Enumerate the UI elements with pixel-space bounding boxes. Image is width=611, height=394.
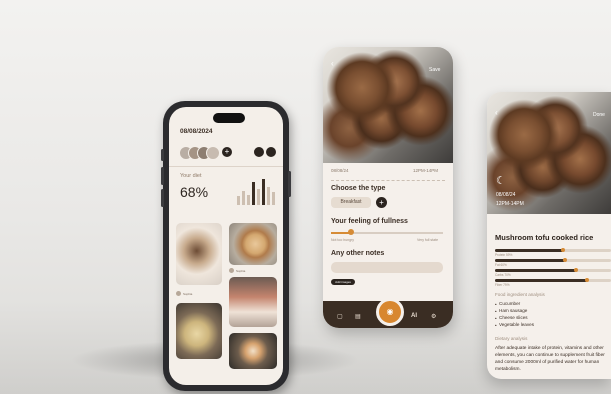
fullness-slider-handle[interactable] [348,229,355,235]
nutrient-fill [495,279,587,282]
phone-log: ‹ Save 08/08/24 12PM-14PM Choose the typ… [323,47,453,328]
ingredients-heading: Food ingredient analysis [495,292,545,297]
breakfast-chip[interactable]: Breakfast [331,197,371,208]
post-meta: Sophia [176,290,222,298]
fullness-max-label: Very full state [417,238,439,242]
power-button [288,171,291,197]
meal-photo [323,47,453,163]
ingredient-item: Cucumber [499,301,521,306]
diet-bar [262,179,265,205]
nutrient-marker [562,258,567,263]
nutrient-label: Protein 59% [495,252,513,257]
add-type-button[interactable]: + [376,197,387,208]
ingredient-item: Ham sausage [499,308,528,313]
fullness-min-label: Not too hungry [331,238,354,242]
log-time: 12PM-14PM [413,168,439,173]
side-button [161,149,164,161]
nutrient-marker [561,248,566,253]
notes-heading: Any other notes [331,250,385,257]
profile-icon[interactable] [266,147,276,157]
nutrient-marker [574,268,579,273]
settings-icon[interactable]: ⚙ [431,313,436,320]
divider [169,166,283,167]
phone-feed: 08/08/2024 + Your diet 68% Sophia Sophia [161,101,291,391]
avatar [229,268,234,273]
feed-photo[interactable] [229,223,277,265]
save-button[interactable]: Save [429,67,440,73]
diet-bar [242,190,245,205]
diet-percent: 68% [180,184,209,200]
ingredient-item: Vegetable leaves [499,322,534,327]
camera-add-icon[interactable]: ◉ [376,298,404,326]
diet-bar [272,192,275,205]
volume-up-button [161,167,164,185]
post-user: Sophia [236,269,246,273]
feed-photo[interactable] [229,333,277,369]
feed-photo[interactable] [229,277,277,327]
add-images-button[interactable]: Add images [331,279,355,285]
post-user: Sophia [183,292,193,296]
feed-photo[interactable] [176,223,222,285]
log-date: 08/08/24 [331,168,349,173]
post-meta: Sophia [229,267,277,275]
type-heading: Choose the type [331,185,386,192]
diet-bar-chart [237,177,277,205]
nutrient-fill [495,249,564,252]
nutrient-marker [584,278,589,283]
nutrient-fill [495,259,565,262]
calendar-icon[interactable]: ▤ [355,313,361,320]
diet-bar [247,194,250,205]
feed-photo[interactable] [176,303,222,359]
dynamic-island [213,113,245,123]
diet-label: Your diet [180,173,202,179]
divider [331,180,445,181]
diet-bar [237,195,240,205]
avatar [176,291,181,296]
notes-input[interactable] [331,262,443,273]
more-icon[interactable] [254,147,264,157]
moon-icon: ☾ [496,175,506,187]
phone-detail: ‹ Done ☾ 08/08/24 12PM-14PM Mushroom tof… [487,92,611,379]
diet-bar [257,189,260,205]
nutrient-fill [495,269,577,272]
diet-bar [267,186,270,205]
feed-date: 08/08/2024 [180,128,213,135]
fullness-heading: Your feeling of fullness [331,218,408,225]
nutrient-label: Carbs 70% [495,272,511,277]
ai-icon[interactable]: AI [411,313,417,319]
diet-bar [252,181,255,205]
volume-down-button [161,189,164,207]
chevron-left-icon[interactable]: ‹ [495,108,498,117]
dietary-text: After adequate intake of protein, vitami… [495,346,605,372]
bullet-list-marks: • • • • [495,302,497,328]
nutrient-label: Fiber 79% [495,282,510,287]
ingredient-item: Cheese slices [499,315,528,320]
chevron-left-icon[interactable]: ‹ [331,59,334,68]
add-friend-button[interactable]: + [222,147,232,157]
dish-title: Mushroom tofu cooked rice [495,233,594,242]
avatar[interactable] [206,146,220,160]
detail-date: 08/08/24 [496,192,516,198]
camera-icon[interactable]: ▢ [337,313,343,320]
nutrient-label: Fat 60% [495,262,507,267]
feed-screen: 08/08/2024 + Your diet 68% Sophia Sophia [169,107,283,385]
dietary-heading: Dietary analysis [495,336,528,341]
detail-time: 12PM-14PM [496,201,524,207]
done-button[interactable]: Done [593,112,605,118]
